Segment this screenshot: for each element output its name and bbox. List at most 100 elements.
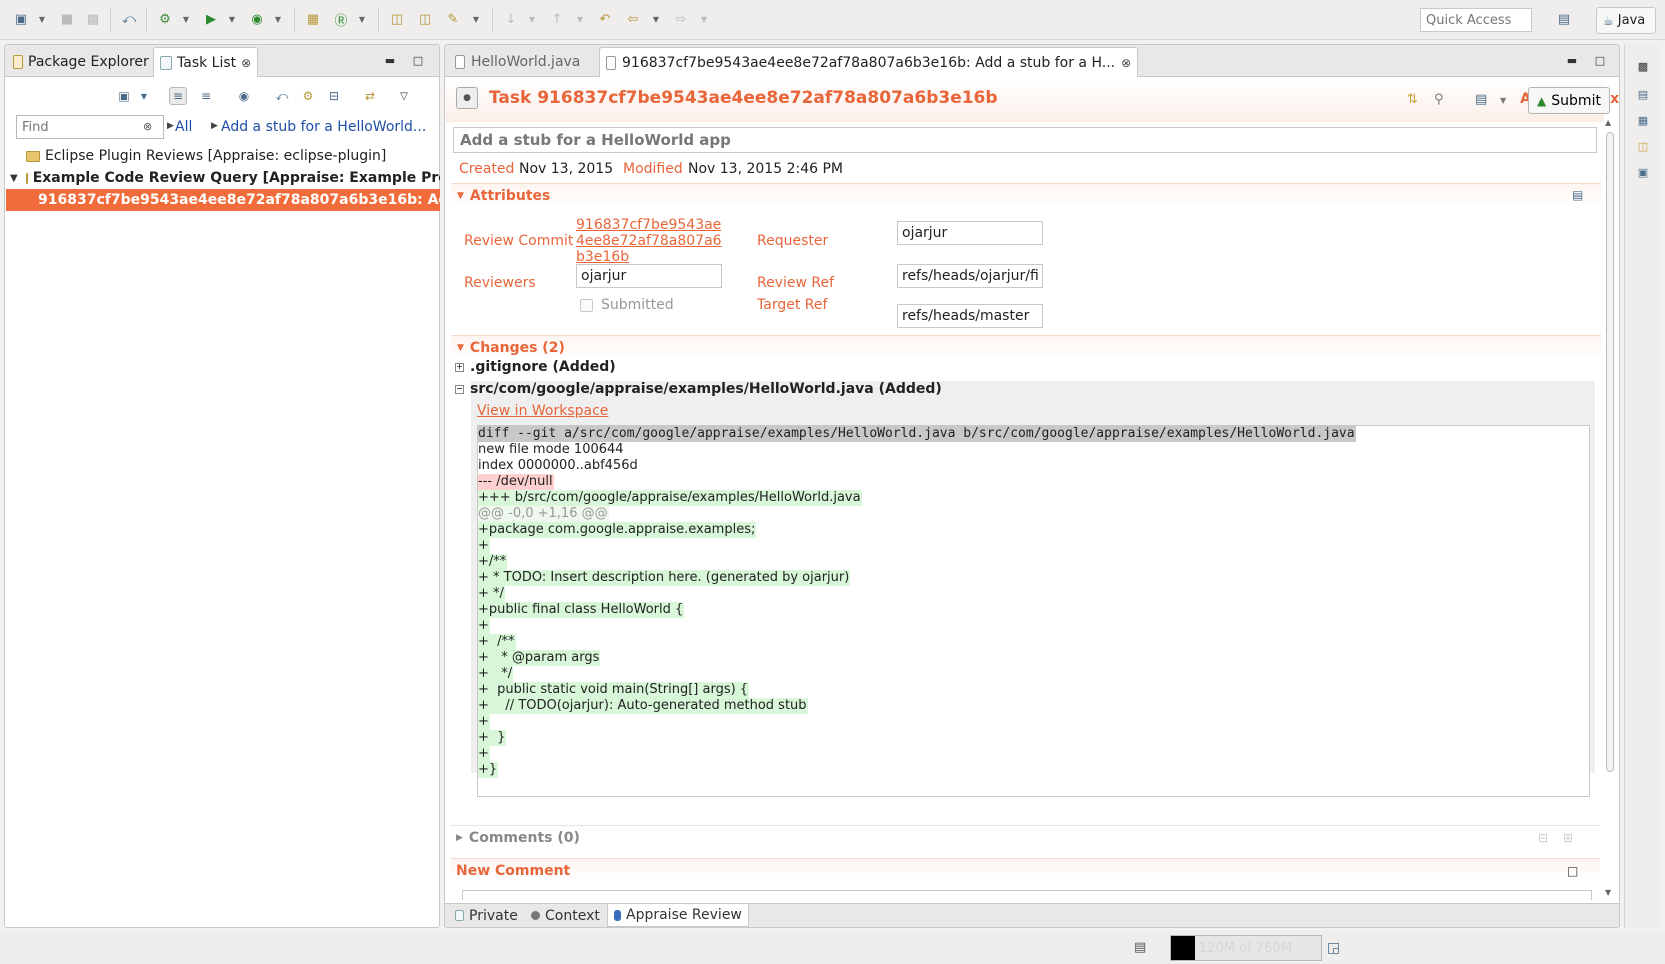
layout-dropdown-icon[interactable]: ▼	[1500, 96, 1506, 105]
view-menu-icon[interactable]: ▽	[395, 87, 413, 105]
scroll-down-icon[interactable]: ▼	[1605, 888, 1611, 897]
previous-annotation-dropdown-icon[interactable]: ▼	[576, 14, 584, 24]
expand-all-icon[interactable]: ⊞	[1563, 831, 1573, 845]
expand-icon[interactable]: +	[455, 362, 464, 372]
open-perspective-icon[interactable]: ▤	[1555, 10, 1573, 28]
run-dropdown-icon[interactable]: ▼	[228, 14, 236, 24]
restore-icon[interactable]: ▩	[1635, 58, 1651, 74]
synchronize-icon[interactable]: ⇅	[1407, 92, 1418, 107]
maximize-comment-icon[interactable]: □	[1567, 864, 1578, 878]
submitted-checkbox[interactable]	[580, 299, 593, 312]
new-java-package-icon[interactable]: ▦	[304, 10, 322, 28]
editor-scrollbar[interactable]: ▲ ▼	[1604, 118, 1616, 900]
filter-working-set-link[interactable]: Add a stub for a HelloWorld...	[221, 119, 426, 135]
collapse-all-icon[interactable]: ⊟	[1538, 831, 1548, 845]
new-java-class-icon[interactable]: Ⓡ	[332, 10, 350, 29]
tab-context[interactable]: Context	[525, 904, 606, 927]
attribute-editor-icon[interactable]: ▤	[1572, 188, 1583, 202]
new-dropdown-icon[interactable]: ▼	[38, 14, 46, 24]
tab-appraise-review[interactable]: Appraise Review	[607, 904, 749, 927]
link-with-editor-icon[interactable]: ⇄	[361, 87, 379, 105]
clear-find-icon[interactable]: ⊗	[143, 120, 152, 133]
back-icon[interactable]: ⇦	[624, 10, 642, 28]
tree-item-query[interactable]: Eclipse Plugin Reviews [Appraise: eclips…	[6, 145, 440, 167]
new-task-icon[interactable]: ▣	[115, 87, 133, 105]
save-all-icon[interactable]: ▩	[84, 10, 102, 28]
change-item[interactable]: + .gitignore (Added)	[455, 359, 616, 375]
problems-icon[interactable]: ◫	[1635, 138, 1651, 154]
forward-dropdown-icon[interactable]: ▼	[700, 14, 708, 24]
search-dropdown-icon[interactable]: ▼	[472, 14, 480, 24]
diff-viewer[interactable]: diff --git a/src/com/google/appraise/exa…	[477, 425, 1590, 797]
close-icon[interactable]: ⊗	[1121, 56, 1131, 70]
save-icon[interactable]: ■	[58, 10, 76, 28]
view-in-workspace-link[interactable]: View in Workspace	[477, 403, 608, 419]
forward-icon[interactable]: ⇨	[672, 10, 690, 28]
garbage-collect-icon[interactable]: ◲	[1327, 940, 1340, 956]
previous-annotation-icon[interactable]: ↑	[548, 10, 566, 28]
review-commit-link[interactable]: 916837cf7be9543ae4ee8e72af78a807a6b3e16b	[576, 217, 722, 265]
filter-all-link[interactable]: All	[175, 119, 192, 135]
layout-icon[interactable]: ▤	[1475, 92, 1487, 107]
heap-status-bar[interactable]: 120M of 760M	[1170, 935, 1322, 961]
skip-breakpoints-icon[interactable]: ⤺	[120, 10, 138, 28]
comments-section-header[interactable]: ▶ Comments (0)	[450, 825, 1600, 849]
review-ref-field[interactable]	[897, 264, 1043, 288]
status-icon[interactable]: ▤	[1134, 940, 1146, 955]
attributes-section-header[interactable]: ▼ Attributes	[451, 183, 1601, 207]
new-comment-textarea[interactable]	[462, 890, 1592, 900]
collapse-icon[interactable]: −	[455, 384, 464, 394]
outline-icon[interactable]: ▤	[1635, 86, 1651, 102]
minimize-icon[interactable]: ▬	[1565, 53, 1579, 67]
reviewers-field[interactable]	[576, 264, 722, 288]
new-icon[interactable]: ▣	[12, 10, 30, 28]
console-icon[interactable]: ▣	[1635, 164, 1651, 180]
search-icon[interactable]: ⚲	[1434, 92, 1444, 107]
changes-section-header[interactable]: ▼ Changes (2)	[451, 335, 1601, 359]
tab-task-list[interactable]: Task List ⊗	[153, 47, 259, 77]
open-task-icon[interactable]: ◫	[416, 10, 434, 28]
debug-dropdown-icon[interactable]: ▼	[182, 14, 190, 24]
tab-private[interactable]: Private	[449, 904, 524, 927]
last-edit-location-icon[interactable]: ↶	[596, 10, 614, 28]
new-comment-section-header[interactable]: New Comment	[450, 858, 1600, 882]
run-icon[interactable]: ▶	[202, 10, 220, 28]
change-item[interactable]: − src/com/google/appraise/examples/Hello…	[455, 381, 942, 397]
show-scheduled-icon[interactable]: ≡	[197, 87, 215, 105]
search-icon[interactable]: ✎	[444, 10, 462, 28]
back-dropdown-icon[interactable]: ▼	[652, 14, 660, 24]
maximize-icon[interactable]: □	[1593, 53, 1607, 67]
task-repositories-icon[interactable]: ▦	[1635, 112, 1651, 128]
maximize-icon[interactable]: □	[411, 53, 425, 67]
next-annotation-icon[interactable]: ↓	[502, 10, 520, 28]
tab-task-editor[interactable]: 916837cf7be9543ae4ee8e72af78a807a6b3e16b…	[599, 47, 1139, 77]
submit-button[interactable]: ▲ Submit	[1528, 87, 1610, 114]
tree-item-task[interactable]: 916837cf7be9543ae4ee8e72af78a807a6b3e16b…	[6, 189, 440, 211]
scroll-up-icon[interactable]: ▲	[1605, 118, 1611, 127]
java-perspective-button[interactable]: ☕ Java	[1596, 7, 1656, 34]
tab-package-explorer[interactable]: Package Explorer	[7, 47, 155, 77]
focus-workweek-icon[interactable]: ◉	[235, 87, 253, 105]
summary-field[interactable]	[453, 127, 1597, 153]
minimize-icon[interactable]: ▬	[383, 53, 397, 67]
new-class-dropdown-icon[interactable]: ▼	[358, 14, 366, 24]
open-type-icon[interactable]: ◫	[388, 10, 406, 28]
external-tools-dropdown-icon[interactable]: ▼	[274, 14, 282, 24]
hide-completed-icon[interactable]: ⤺	[273, 87, 291, 105]
debug-icon[interactable]: ⚙	[156, 10, 174, 28]
requester-field[interactable]	[897, 221, 1043, 245]
target-ref-field[interactable]	[897, 304, 1043, 328]
external-tools-icon[interactable]: ◉	[248, 10, 266, 28]
collapse-all-icon[interactable]: ⊟	[325, 87, 343, 105]
next-annotation-dropdown-icon[interactable]: ▼	[528, 14, 536, 24]
quick-access-input[interactable]	[1420, 8, 1532, 32]
expanded-arrow-icon[interactable]: ▼	[10, 173, 18, 184]
new-task-dropdown-icon[interactable]: ▼	[135, 87, 153, 105]
tree-item-query[interactable]: ▼ Example Code Review Query [Appraise: E…	[6, 167, 440, 189]
scrollbar-thumb[interactable]	[1606, 132, 1614, 772]
tab-helloworld-java[interactable]: HelloWorld.java	[449, 47, 586, 77]
close-icon[interactable]: ⊗	[241, 56, 251, 70]
find-input[interactable]	[16, 115, 164, 139]
synchronize-icon[interactable]: ⚙	[299, 87, 317, 105]
show-categorized-icon[interactable]: ≡	[169, 87, 187, 105]
